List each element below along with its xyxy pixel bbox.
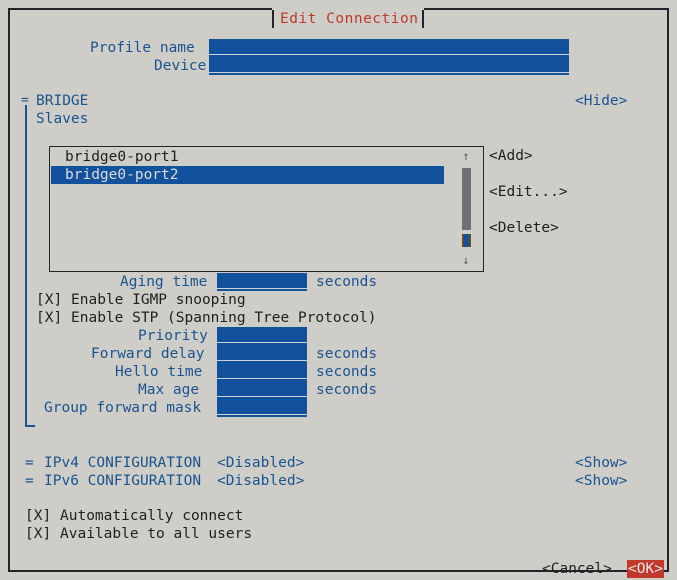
slaves-label: Slaves	[36, 110, 88, 128]
bridge-tree-corner	[25, 425, 35, 427]
igmp-snooping-checkbox[interactable]: [X]	[36, 291, 62, 309]
ipv6-show-button[interactable]: <Show>	[575, 472, 627, 490]
hello-time-underline	[217, 378, 307, 379]
max-age-label: Max age	[138, 381, 199, 399]
automatically-connect-checkbox[interactable]: [X]	[25, 507, 51, 525]
list-item[interactable]: bridge0-port2	[51, 166, 444, 184]
available-to-all-users-checkbox[interactable]: [X]	[25, 525, 51, 543]
ipv4-show-button[interactable]: <Show>	[575, 454, 627, 472]
priority-input[interactable]: 32768	[217, 327, 307, 345]
bridge-hide-button[interactable]: <Hide>	[575, 92, 627, 110]
ipv4-section-title: IPv4 CONFIGURATION	[44, 454, 201, 472]
list-item[interactable]: bridge0-port1	[51, 148, 444, 166]
scrollbar-thumb[interactable]	[462, 168, 471, 230]
title-right-tick	[422, 10, 424, 28]
forward-delay-input[interactable]: 15	[217, 345, 307, 363]
device-input[interactable]: bridge0	[209, 57, 569, 75]
title-left-tick	[272, 10, 274, 28]
automatically-connect-label[interactable]: Automatically connect	[60, 507, 243, 525]
device-label: Device	[154, 57, 206, 75]
group-forward-mask-label: Group forward mask	[44, 399, 201, 417]
forward-delay-label: Forward delay	[91, 345, 205, 363]
max-age-unit: seconds	[316, 381, 377, 399]
available-to-all-users-label[interactable]: Available to all users	[60, 525, 252, 543]
slaves-scrollbar[interactable]: ↑ ↓	[460, 146, 472, 272]
ipv4-section-glyph[interactable]: =	[25, 454, 34, 472]
cancel-button[interactable]: <Cancel>	[542, 560, 612, 578]
bridge-section-title: BRIDGE	[36, 92, 88, 110]
device-underline	[209, 72, 569, 73]
aging-time-label: Aging time	[120, 273, 207, 291]
scrollbar-position-marker	[462, 234, 471, 247]
group-forward-mask-input[interactable]: 0	[217, 399, 307, 417]
edit-connection-window: Edit Connection Profile name bridge0 Dev…	[8, 8, 669, 572]
profile-name-input[interactable]: bridge0	[209, 39, 569, 57]
max-age-underline	[217, 396, 307, 397]
slaves-list[interactable]: bridge0-port1 bridge0-port2	[49, 146, 484, 272]
delete-button[interactable]: <Delete>	[489, 219, 559, 237]
window-title: Edit Connection	[280, 10, 418, 28]
scroll-up-icon[interactable]: ↑	[460, 150, 472, 162]
hello-time-label: Hello time	[115, 363, 202, 381]
bridge-tree-line	[25, 105, 27, 427]
ipv6-mode-value[interactable]: <Disabled>	[217, 472, 304, 490]
priority-underline	[217, 342, 307, 343]
igmp-snooping-label[interactable]: Enable IGMP snooping	[71, 291, 246, 309]
hello-time-unit: seconds	[316, 363, 377, 381]
ipv6-section-glyph[interactable]: =	[25, 472, 34, 490]
priority-label: Priority	[138, 327, 208, 345]
aging-time-unit: seconds	[316, 273, 377, 291]
add-button[interactable]: <Add>	[489, 147, 533, 165]
max-age-input[interactable]: 20	[217, 381, 307, 399]
edit-button[interactable]: <Edit...>	[489, 183, 568, 201]
scroll-down-icon[interactable]: ↓	[460, 254, 472, 266]
aging-time-underline	[217, 288, 307, 289]
stp-checkbox[interactable]: [X]	[36, 309, 62, 327]
group-forward-mask-underline	[217, 414, 307, 415]
hello-time-input[interactable]: 2	[217, 363, 307, 381]
terminal-screen: Edit Connection Profile name bridge0 Dev…	[0, 0, 677, 580]
forward-delay-unit: seconds	[316, 345, 377, 363]
profile-name-underline	[209, 54, 569, 55]
ipv6-section-title: IPv6 CONFIGURATION	[44, 472, 201, 490]
ok-button[interactable]: <OK>	[627, 560, 664, 578]
stp-label[interactable]: Enable STP (Spanning Tree Protocol)	[71, 309, 377, 327]
profile-name-label: Profile name	[90, 39, 195, 57]
aging-time-input[interactable]: 300	[217, 273, 307, 291]
ipv4-mode-value[interactable]: <Disabled>	[217, 454, 304, 472]
forward-delay-underline	[217, 360, 307, 361]
